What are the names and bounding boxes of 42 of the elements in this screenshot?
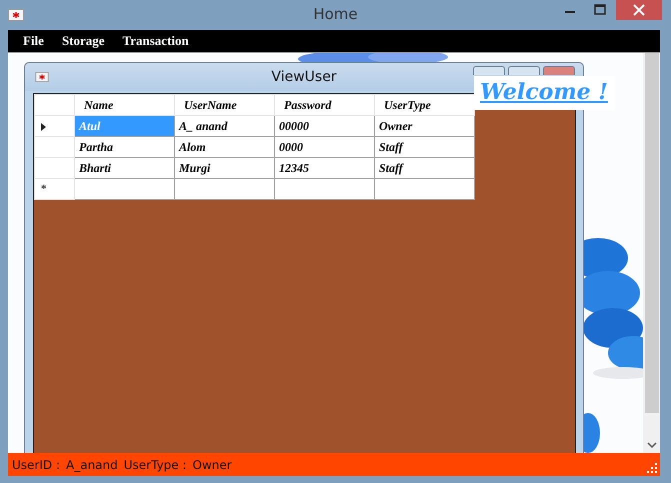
app-icon xyxy=(8,9,24,21)
menu-item[interactable]: File xyxy=(14,33,53,49)
table-cell: A_ anand xyxy=(174,116,274,136)
status-text: A_anand xyxy=(66,458,118,472)
column-header[interactable]: Password xyxy=(274,94,374,116)
column-header[interactable]: UserType xyxy=(374,94,474,116)
table-cell[interactable] xyxy=(274,178,374,200)
table-cell: Alom xyxy=(174,136,274,158)
table-cell[interactable] xyxy=(374,178,474,200)
table-cell[interactable] xyxy=(74,178,174,200)
table-cell: Atul xyxy=(74,116,174,136)
close-icon[interactable] xyxy=(616,0,662,20)
app-icon xyxy=(35,72,49,82)
maximize-button[interactable] xyxy=(508,66,540,75)
column-header[interactable]: Name xyxy=(74,94,174,116)
column-header[interactable]: UserName xyxy=(174,94,274,116)
corner-header xyxy=(34,94,74,116)
minimize-button[interactable] xyxy=(473,66,505,75)
table-cell[interactable] xyxy=(174,178,274,200)
resize-grip-icon[interactable] xyxy=(647,463,657,473)
scrollbar[interactable] xyxy=(643,53,660,453)
table-cell: Staff xyxy=(374,158,474,178)
table-cell: Partha xyxy=(74,136,174,158)
table-cell: 00000 xyxy=(274,116,374,136)
menu-item[interactable]: Transaction xyxy=(114,33,198,49)
menu-item[interactable]: Storage xyxy=(52,33,114,49)
status-text: UserType : xyxy=(124,458,187,472)
table-cell: Staff xyxy=(374,136,474,158)
table-cell: Murgi xyxy=(174,158,274,178)
window-title: ViewUser xyxy=(271,69,337,85)
table-cell: 0000 xyxy=(274,136,374,158)
table-cell: Bharti xyxy=(74,158,174,178)
table-cell: Owner xyxy=(374,116,474,136)
window-title: Home xyxy=(313,5,358,23)
table-cell: 12345 xyxy=(274,158,374,178)
status-text: Owner xyxy=(192,458,232,472)
current-row-icon xyxy=(41,122,46,131)
welcome-label: Welcome ! xyxy=(474,76,614,110)
new-row-marker: * xyxy=(34,178,74,200)
status-text: UserID : xyxy=(12,458,60,472)
scroll-down-icon[interactable] xyxy=(646,441,656,449)
row-header[interactable] xyxy=(34,116,74,136)
